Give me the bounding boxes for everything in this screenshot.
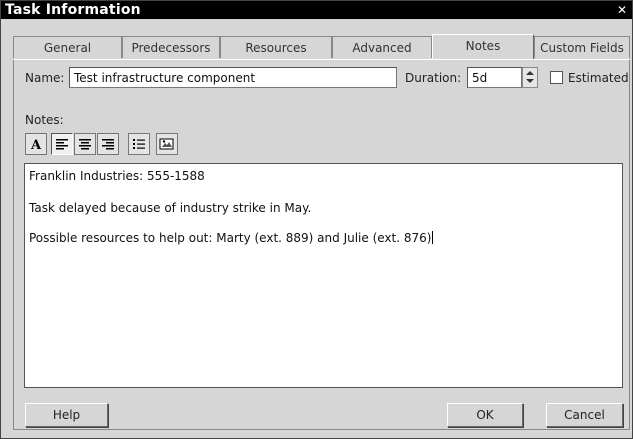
tab-resources[interactable]: Resources [220,36,332,58]
align-left-button[interactable] [51,133,73,155]
bulleted-list-icon [133,139,145,149]
insert-object-icon [159,138,174,150]
help-button[interactable]: Help [25,403,108,427]
task-information-dialog: Task Information ✕ General Predecessors … [0,0,633,439]
insert-object-button[interactable] [156,133,178,155]
note-line-text: Possible resources to help out: Marty (e… [29,231,432,245]
font-button[interactable]: A [25,133,47,155]
duration-spinner[interactable] [522,67,538,88]
notes-label: Notes: [25,113,64,127]
notes-text-area[interactable]: Franklin Industries: 555-1588 Task delay… [24,163,623,388]
tab-strip: General Predecessors Resources Advanced … [13,34,630,60]
close-icon[interactable]: ✕ [615,3,629,17]
spin-down-icon[interactable] [526,79,534,83]
tab-advanced[interactable]: Advanced [332,36,432,58]
tab-notes[interactable]: Notes [432,34,534,59]
name-field[interactable]: Test infrastructure component [69,67,397,88]
svg-text:A: A [30,138,42,151]
tab-custom-fields[interactable]: Custom Fields [534,36,630,58]
tab-general[interactable]: General [13,36,122,58]
align-center-icon [79,139,91,150]
duration-label: Duration: [405,71,462,85]
tab-predecessors[interactable]: Predecessors [122,36,220,58]
name-label: Name: [25,71,65,85]
spin-up-icon[interactable] [526,71,534,75]
note-line: Task delayed because of industry strike … [29,201,312,215]
estimated-label: Estimated [568,71,629,85]
font-icon: A [30,138,42,151]
align-right-button[interactable] [97,133,119,155]
note-line: Franklin Industries: 555-1588 [29,169,205,183]
estimated-checkbox[interactable] [550,71,563,84]
ok-button[interactable]: OK [447,403,523,427]
align-left-icon [56,139,68,150]
note-line: Possible resources to help out: Marty (e… [29,231,434,245]
bulleted-list-button[interactable] [128,133,150,155]
cancel-button[interactable]: Cancel [546,403,623,427]
dialog-title: Task Information [5,2,141,18]
duration-field[interactable]: 5d [467,67,522,88]
align-right-icon [102,139,114,150]
text-caret [432,231,434,244]
align-center-button[interactable] [74,133,96,155]
notes-toolbar: A [25,133,229,158]
title-bar: Task Information ✕ [1,1,632,19]
